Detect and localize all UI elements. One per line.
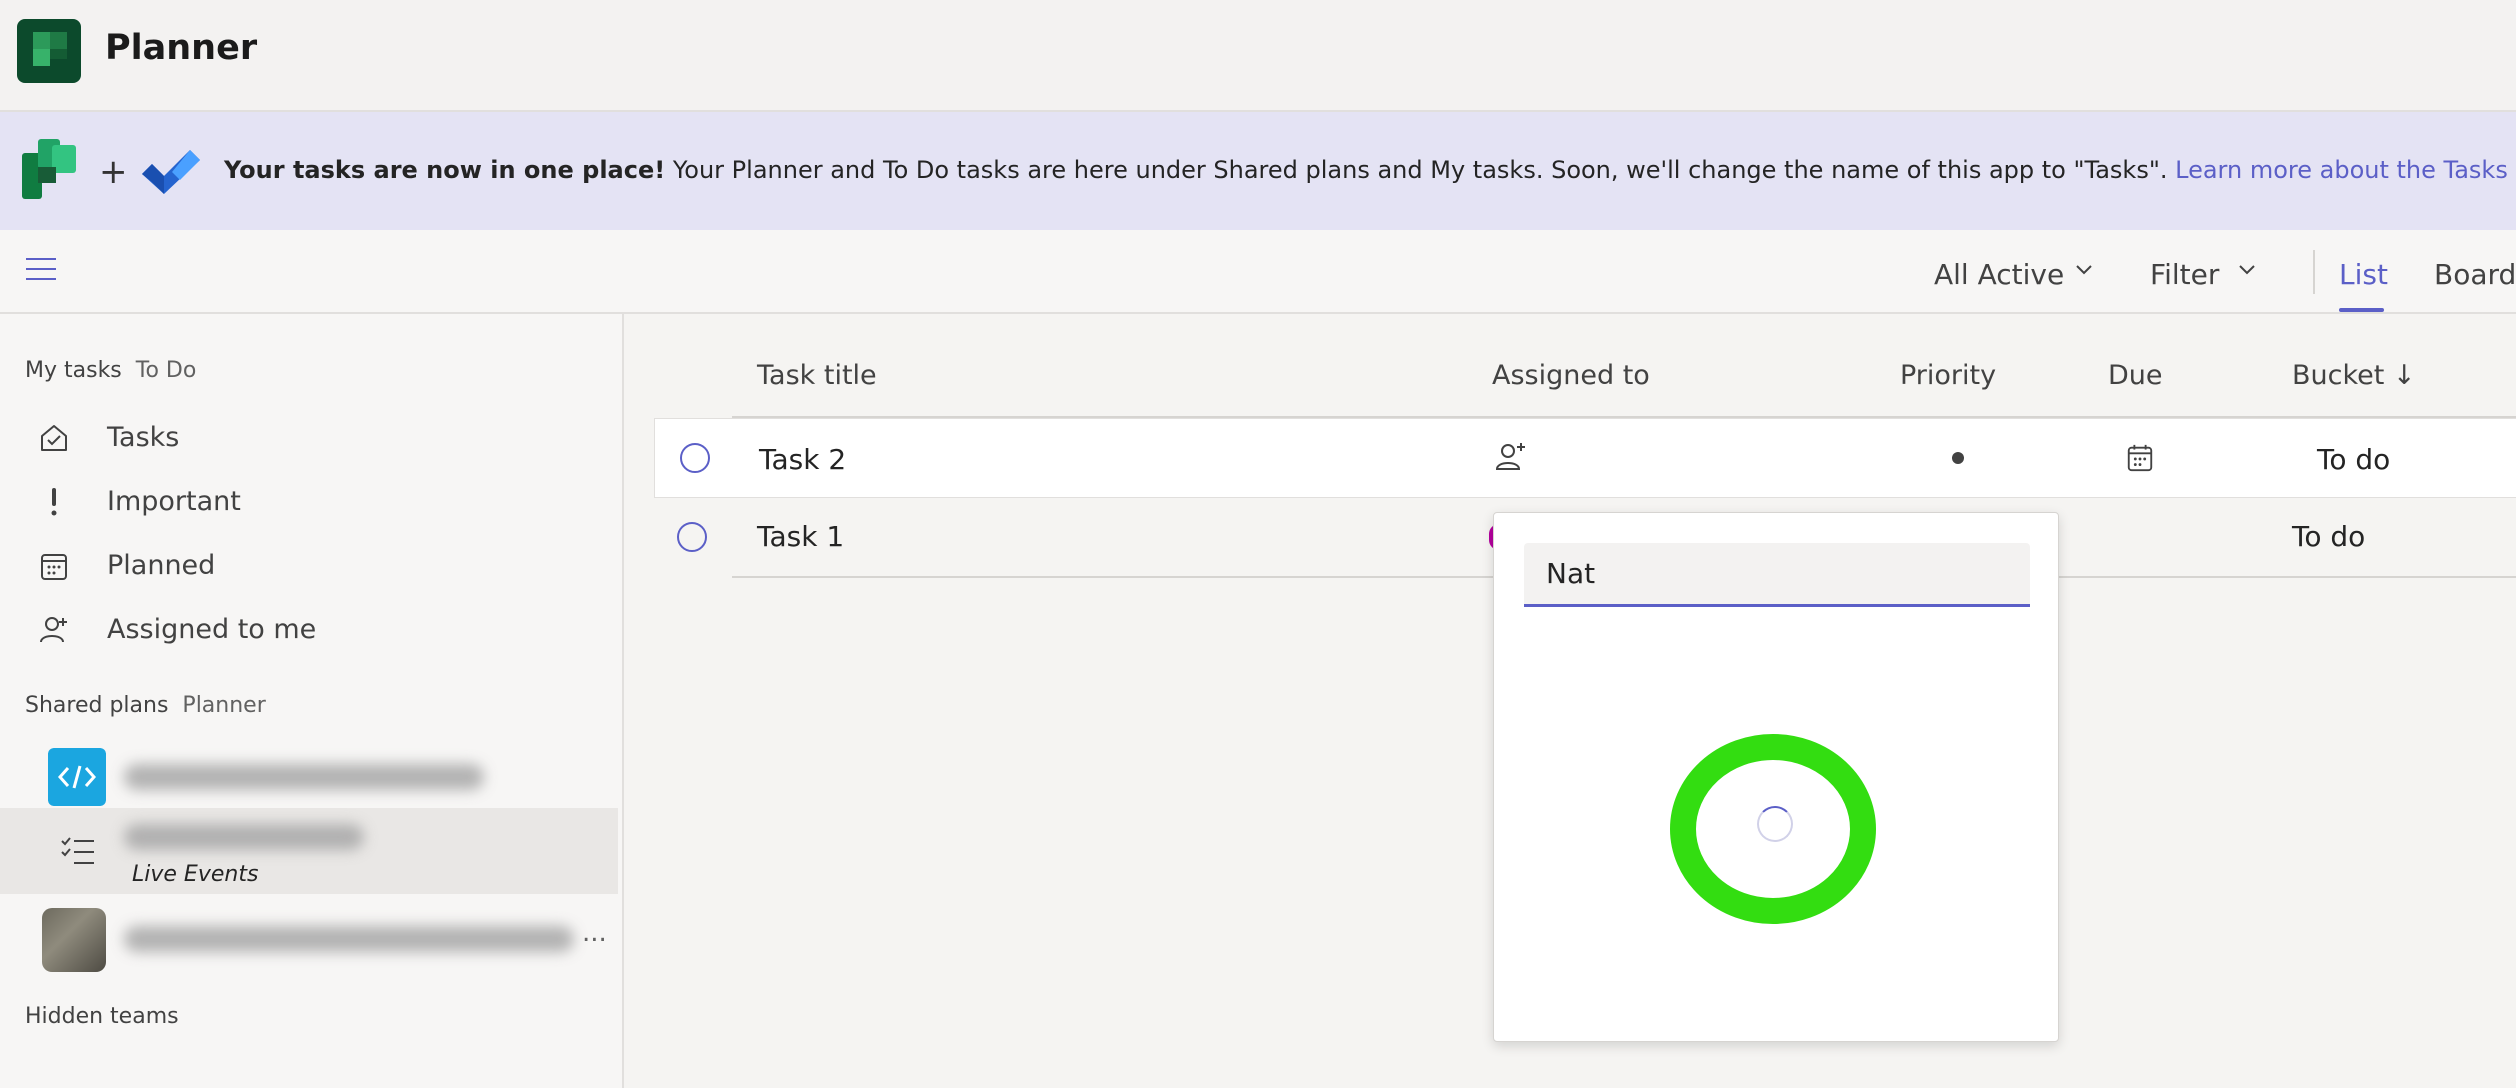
column-header-bucket[interactable]: Bucket ↓: [2292, 360, 2416, 391]
complete-task-checkbox[interactable]: [677, 522, 707, 552]
todo-logo-icon: [142, 150, 200, 194]
planner-logo-icon: [22, 139, 76, 199]
plus-sign: +: [99, 152, 128, 192]
sidebar-item-assigned-to-me[interactable]: Assigned to me: [0, 600, 620, 660]
redacted-plan-name: [124, 926, 574, 952]
chevron-down-icon[interactable]: [2075, 264, 2093, 276]
my-tasks-header: My tasks To Do: [25, 358, 196, 383]
planner-app-icon[interactable]: [17, 19, 81, 83]
toolbar: All Active Filter List Board: [0, 230, 2516, 314]
task-bucket[interactable]: To do: [2317, 443, 2390, 476]
task-bucket[interactable]: To do: [2292, 520, 2365, 553]
table-row[interactable]: Task 2 To do: [654, 418, 2516, 498]
checklist-icon: [61, 837, 94, 864]
toolbar-divider: [2313, 250, 2315, 294]
sidebar-item-label: Assigned to me: [107, 614, 317, 645]
learn-more-link[interactable]: Learn more about the Tasks app.: [2175, 156, 2516, 184]
assign-person-icon[interactable]: [1494, 441, 1528, 473]
column-header-priority[interactable]: Priority: [1900, 360, 1996, 391]
priority-indicator[interactable]: [1952, 452, 1964, 464]
assign-people-popup: [1493, 512, 2059, 1042]
sidebar: My tasks To Do Tasks Important Planned A…: [0, 314, 624, 1088]
assignee-search-input[interactable]: [1524, 543, 2030, 607]
sidebar-item-label: Tasks: [107, 422, 180, 453]
chevron-down-icon[interactable]: [2238, 264, 2256, 276]
complete-task-checkbox[interactable]: [680, 443, 710, 473]
plan-image-avatar: [42, 908, 106, 972]
sidebar-item-label: Planned: [107, 550, 216, 581]
filter-dropdown[interactable]: Filter: [2150, 258, 2219, 291]
shared-plans-subtitle: Planner: [182, 693, 266, 718]
redacted-plan-name: [124, 764, 484, 790]
column-header-assigned-to[interactable]: Assigned to: [1492, 360, 1650, 391]
sidebar-plan-item[interactable]: ...: [0, 896, 618, 982]
shared-plans-header: Shared plans Planner: [25, 693, 266, 718]
all-active-dropdown[interactable]: All Active: [1934, 258, 2064, 291]
calendar-icon[interactable]: [2125, 443, 2155, 473]
sidebar-item-important[interactable]: Important: [0, 472, 620, 532]
home-check-icon: [41, 425, 67, 451]
truncation-ellipsis: ...: [582, 918, 607, 948]
column-header-due[interactable]: Due: [2108, 360, 2163, 391]
sidebar-item-tasks[interactable]: Tasks: [0, 408, 620, 468]
active-tab-indicator: [2339, 308, 2384, 312]
task-title[interactable]: Task 1: [757, 520, 844, 553]
tab-board[interactable]: Board: [2434, 258, 2516, 291]
exclamation-icon: [51, 488, 57, 516]
info-banner: + Your tasks are now in one place! Your …: [0, 112, 2516, 230]
plan-subtitle: Live Events: [132, 862, 259, 887]
sidebar-item-planned[interactable]: Planned: [0, 536, 620, 596]
banner-message: Your tasks are now in one place! Your Pl…: [224, 156, 2516, 184]
redacted-plan-name: [124, 824, 364, 850]
column-header-task-title[interactable]: Task title: [757, 360, 877, 391]
sidebar-item-label: Important: [107, 486, 241, 517]
code-icon: [48, 748, 106, 806]
task-title[interactable]: Task 2: [759, 443, 846, 476]
person-icon: [40, 617, 67, 643]
my-tasks-title: My tasks: [25, 358, 122, 383]
hidden-teams-header[interactable]: Hidden teams: [25, 1004, 179, 1029]
shared-plans-title: Shared plans: [25, 693, 169, 718]
title-bar: Planner: [0, 0, 2516, 112]
sidebar-plan-item-selected[interactable]: Live Events: [0, 808, 618, 894]
calendar-icon: [41, 554, 67, 580]
banner-body-text: Your Planner and To Do tasks are here un…: [665, 156, 2176, 184]
app-title: Planner: [105, 28, 258, 68]
banner-bold-text: Your tasks are now in one place!: [224, 156, 666, 184]
hamburger-menu-icon[interactable]: [26, 256, 56, 282]
loading-spinner-icon: [1757, 806, 1793, 842]
my-tasks-subtitle: To Do: [135, 358, 197, 383]
tab-list[interactable]: List: [2339, 258, 2388, 291]
